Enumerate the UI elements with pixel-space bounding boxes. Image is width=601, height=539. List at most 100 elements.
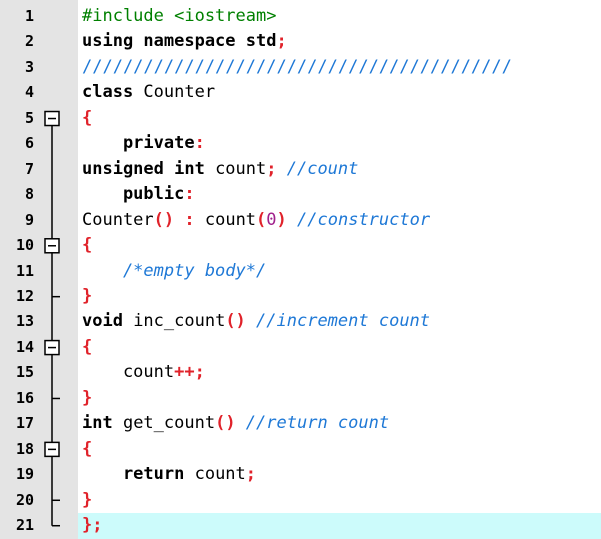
code-text[interactable]: return count; — [82, 462, 256, 487]
code-text[interactable]: } — [82, 488, 92, 513]
code-line[interactable]: 12} — [0, 284, 601, 309]
code-text[interactable]: /*empty body*/ — [82, 259, 266, 284]
code-line[interactable]: 4 class Counter — [0, 80, 601, 105]
code-token: using namespace std — [82, 31, 277, 52]
code-line[interactable]: 2 using namespace std; — [0, 29, 601, 54]
code-token: //return count — [235, 413, 390, 434]
code-token: ; — [245, 464, 257, 485]
code-text[interactable]: count++; — [82, 360, 205, 385]
code-token: count — [194, 464, 246, 485]
line-number: 11 — [15, 261, 34, 280]
code-line[interactable]: 8 public: — [0, 182, 601, 207]
code-line[interactable]: 11 /*empty body*/ — [0, 259, 601, 284]
code-line[interactable]: 16} — [0, 386, 601, 411]
code-token: } — [82, 489, 93, 510]
code-token: int — [82, 413, 123, 434]
code-token: ; — [276, 31, 287, 52]
code-text[interactable]: { — [82, 233, 92, 258]
code-line[interactable]: 21}; — [0, 513, 601, 538]
code-token: count — [215, 158, 267, 179]
line-number: 21 — [15, 516, 34, 534]
code-token: #include <iostream> — [82, 6, 277, 26]
line-number: 18 — [15, 439, 34, 458]
code-token: ) — [276, 209, 287, 230]
code-token: return — [82, 464, 195, 485]
line-number: 8 — [24, 185, 34, 204]
code-line[interactable]: 5{ — [0, 106, 601, 131]
line-number: 17 — [15, 414, 34, 433]
code-editor[interactable]: 1 #include <iostream> 2 using namespace std… — [0, 0, 601, 539]
code-text[interactable]: int get_count() //return count — [82, 411, 389, 436]
code-token: } — [82, 387, 93, 408]
code-text[interactable]: { — [82, 106, 92, 131]
code-text[interactable]: unsigned int count; //count — [82, 157, 358, 182]
code-token: : — [174, 209, 205, 230]
line-number: 14 — [15, 337, 34, 356]
code-token: get_count — [122, 413, 216, 434]
code-token: ++; — [174, 362, 205, 383]
line-number: 5 — [24, 108, 34, 127]
code-token: () — [153, 209, 175, 230]
code-line[interactable]: 1 #include <iostream> — [0, 4, 601, 29]
code-line[interactable]: 6 private: — [0, 131, 601, 156]
code-text[interactable]: void inc_count() //increment count — [82, 309, 430, 334]
code-text[interactable]: ////////////////////////////////////////… — [82, 55, 512, 80]
code-token: class — [82, 82, 144, 103]
line-number: 10 — [15, 236, 34, 255]
code-token: () — [215, 413, 236, 434]
code-token: }; — [82, 515, 103, 535]
code-token: } — [82, 285, 93, 306]
code-text[interactable]: private: — [82, 131, 205, 156]
line-number: 6 — [24, 134, 34, 153]
code-text[interactable]: Counter() : count(0) //constructor — [82, 208, 430, 233]
line-number: 19 — [15, 465, 34, 484]
code-text[interactable]: }; — [82, 513, 102, 538]
code-text[interactable]: { — [82, 335, 92, 360]
code-token: 0 — [266, 209, 277, 230]
code-token: inc_count — [133, 311, 226, 332]
code-line[interactable]: 17 int get_count() //return count — [0, 411, 601, 436]
code-token: { — [82, 438, 93, 459]
code-token: { — [82, 235, 93, 256]
code-token: //count — [276, 158, 359, 179]
code-line[interactable]: 9 Counter() : count(0) //constructor — [0, 208, 601, 233]
code-line[interactable]: 19 return count; — [0, 462, 601, 487]
line-number: 12 — [15, 286, 34, 305]
code-token: //constructor — [286, 209, 431, 230]
line-number: 16 — [15, 388, 34, 407]
line-number: 7 — [24, 159, 34, 178]
code-text[interactable]: } — [82, 284, 92, 309]
code-token: () — [225, 311, 246, 332]
code-line[interactable]: 20} — [0, 488, 601, 513]
line-number: 9 — [24, 210, 34, 229]
code-token: count — [82, 362, 175, 383]
line-number: 15 — [15, 363, 34, 382]
code-line[interactable]: 7 unsigned int count; //count — [0, 157, 601, 182]
code-line[interactable]: 10 { — [0, 233, 601, 258]
code-token: ////////////////////////////////////////… — [82, 56, 512, 77]
code-text[interactable]: { — [82, 437, 92, 462]
code-token: Counter — [143, 82, 216, 103]
code-token: { — [82, 107, 93, 128]
line-number: 1 — [24, 7, 34, 25]
code-text[interactable]: using namespace std; — [82, 29, 287, 54]
line-number: 4 — [24, 83, 34, 102]
code-text[interactable]: #include <iostream> — [82, 4, 276, 29]
code-token: private — [82, 133, 195, 154]
code-token: : — [194, 133, 205, 154]
code-token: void — [82, 311, 134, 332]
code-text[interactable]: class Counter — [82, 80, 215, 105]
code-token: unsigned int — [82, 158, 216, 179]
line-number: 3 — [24, 57, 34, 76]
code-line[interactable]: 18 { — [0, 437, 601, 462]
code-line[interactable]: 3 ///////////////////////////////////////… — [0, 55, 601, 80]
code-text[interactable]: public: — [82, 182, 195, 207]
code-token: /*empty body*/ — [82, 260, 267, 281]
code-line[interactable]: 14 { — [0, 335, 601, 360]
line-number: 13 — [15, 312, 34, 331]
line-number: 20 — [15, 490, 34, 509]
line-number: 2 — [24, 32, 34, 51]
code-text[interactable]: } — [82, 386, 92, 411]
code-line[interactable]: 15 count++; — [0, 360, 601, 385]
code-line[interactable]: 13 void inc_count() //increment count — [0, 309, 601, 334]
